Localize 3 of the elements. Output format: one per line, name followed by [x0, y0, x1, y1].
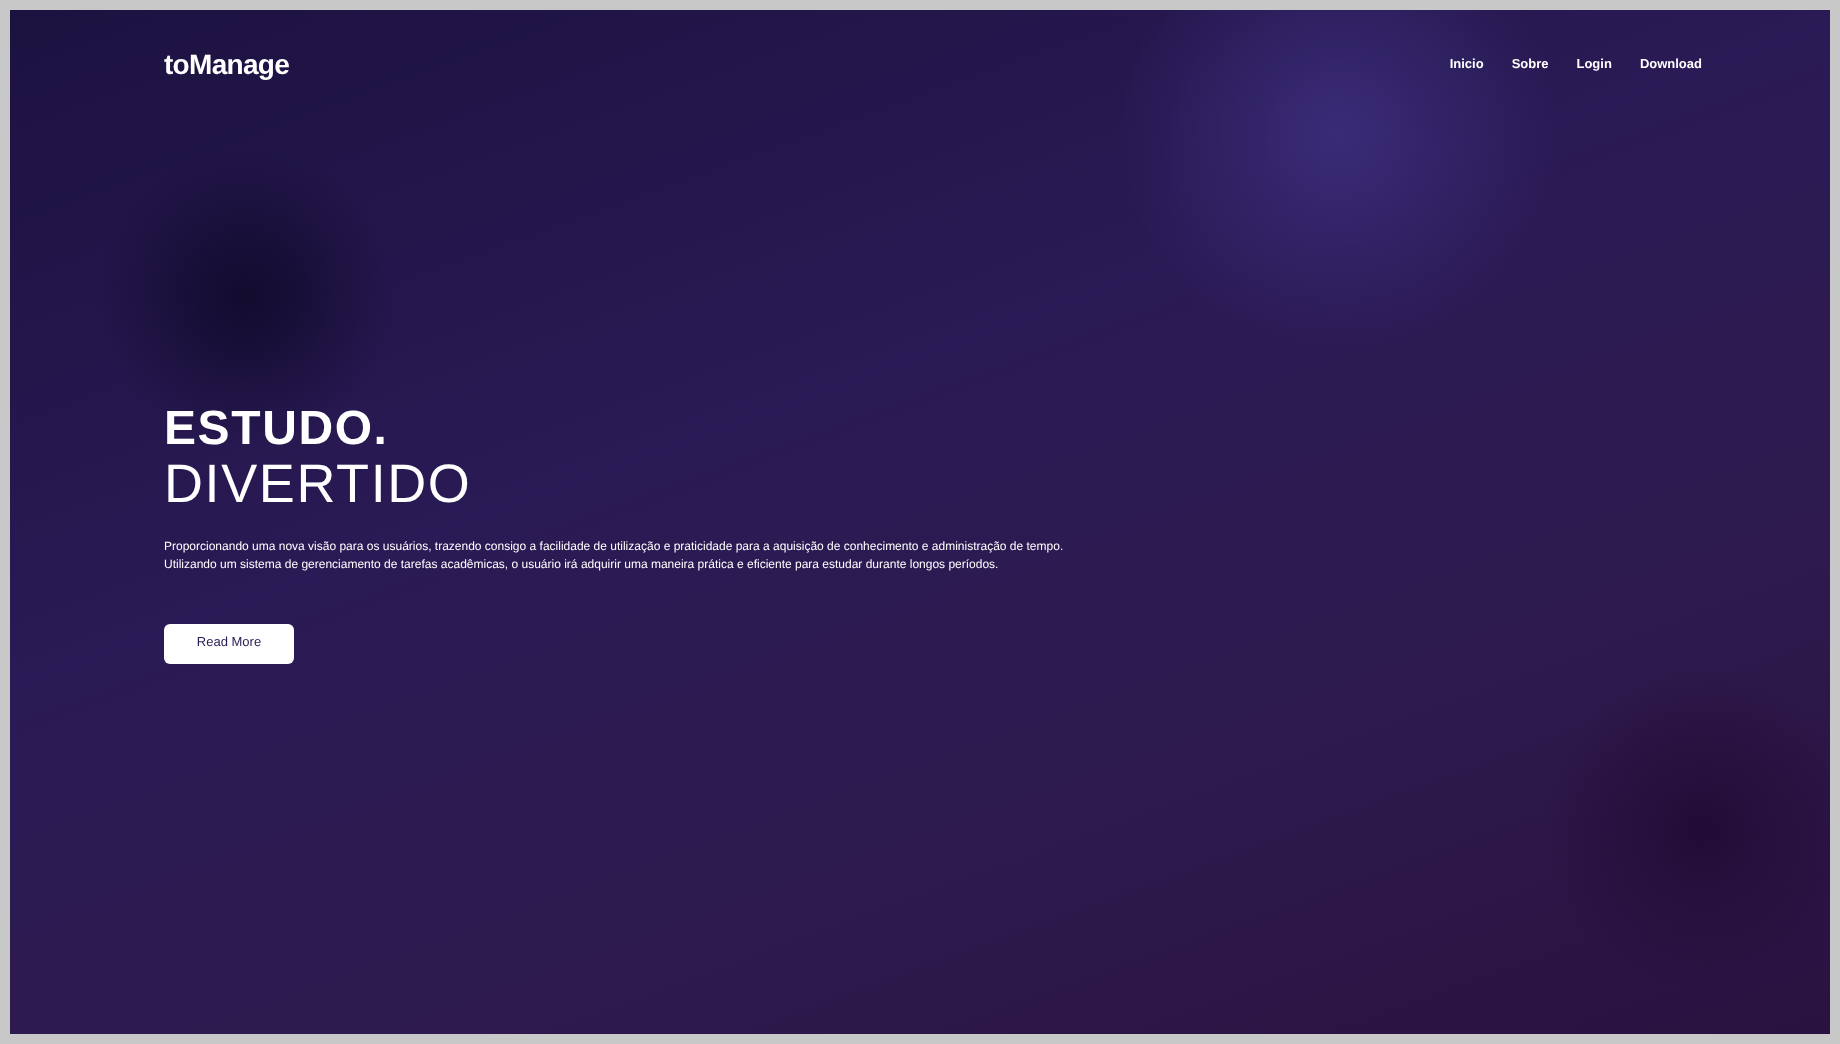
- hero-title: ESTUDO.: [164, 406, 391, 454]
- hero-title: DIVERTIDO: [164, 458, 474, 512]
- logo[interactable]: toManage: [164, 44, 290, 86]
